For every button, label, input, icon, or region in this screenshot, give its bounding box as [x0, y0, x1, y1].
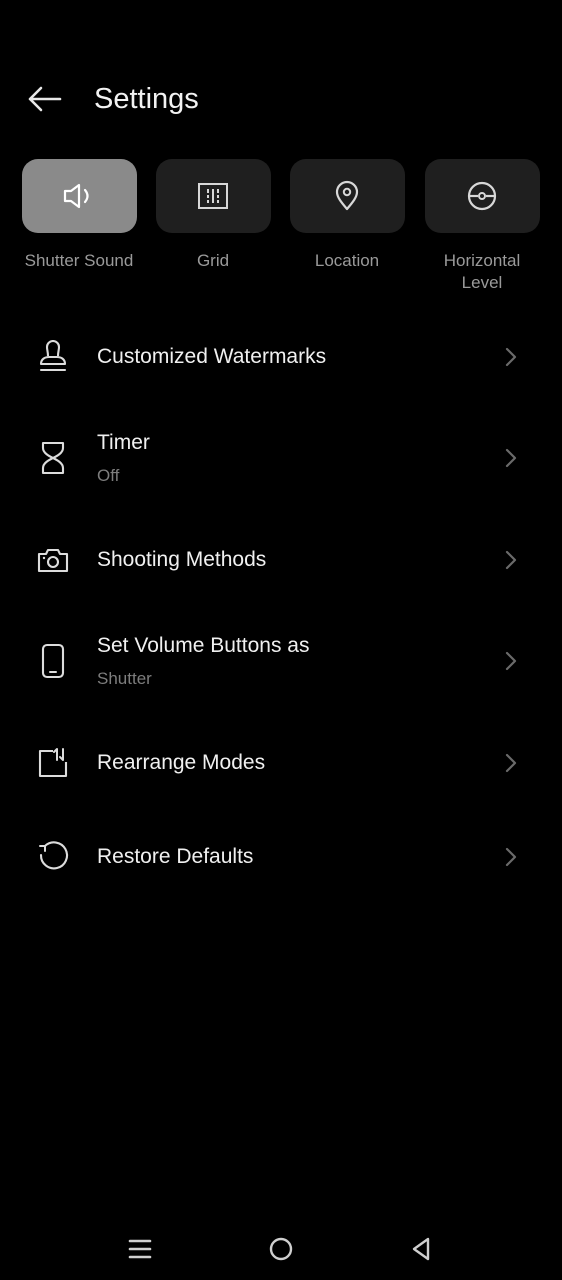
quick-toggles: Shutter Sound Grid Location Horizontal L…	[0, 159, 562, 299]
chevron-right-icon	[500, 843, 522, 871]
chevron-right-icon	[500, 343, 522, 371]
menu-item-title: Restore Defaults	[97, 845, 254, 868]
menu-item-title: Customized Watermarks	[97, 345, 327, 368]
toggle-tile[interactable]	[424, 159, 540, 233]
page-title: Settings	[94, 83, 199, 115]
level-icon	[465, 180, 499, 212]
toggle-tile[interactable]	[289, 159, 405, 233]
home-button[interactable]	[257, 1225, 305, 1273]
menu-item-customized-watermarks[interactable]: Customized Watermarks	[0, 305, 562, 409]
menu-item-text: Restore Defaults	[97, 843, 253, 871]
menu-item-text: Rearrange Modes	[97, 749, 265, 777]
menu-item-subtitle: Shutter	[97, 669, 152, 688]
home-icon	[268, 1236, 294, 1262]
restore-icon	[33, 836, 73, 876]
toggle-tile[interactable]	[155, 159, 271, 233]
toggle-label: Location	[314, 251, 380, 270]
menu-item-shooting-methods[interactable]: Shooting Methods	[0, 509, 562, 611]
speaker-icon	[62, 181, 96, 211]
menu-item-text: Shooting Methods	[97, 546, 266, 574]
menu-item-rearrange-modes[interactable]: Rearrange Modes	[0, 715, 562, 809]
phone-icon	[33, 641, 73, 681]
recents-button[interactable]	[116, 1225, 164, 1273]
toggle-horizontal-level[interactable]: Horizontal Level	[415, 159, 549, 294]
toggle-tile[interactable]	[21, 159, 137, 233]
menu-icon	[127, 1237, 153, 1261]
toggle-location[interactable]: Location	[280, 159, 414, 272]
menu-item-title: Shooting Methods	[97, 548, 267, 571]
menu-item-restore-defaults[interactable]: Restore Defaults	[0, 809, 562, 903]
menu-item-volume-buttons[interactable]: Set Volume Buttons as Shutter	[0, 611, 562, 715]
chevron-right-icon	[500, 444, 522, 472]
chevron-right-icon	[500, 749, 522, 777]
back-button[interactable]	[24, 80, 64, 118]
back-triangle-icon	[409, 1236, 433, 1262]
rearrange-icon	[33, 743, 73, 783]
menu-item-text: Customized Watermarks	[97, 343, 326, 371]
system-nav-bar	[0, 1225, 562, 1273]
camera-icon	[33, 540, 73, 580]
grid-icon	[197, 181, 229, 211]
menu-item-title: Timer	[97, 431, 150, 454]
menu-item-text: Set Volume Buttons as Shutter	[97, 632, 309, 690]
menu-item-title: Rearrange Modes	[97, 751, 266, 774]
menu-item-title: Set Volume Buttons as	[97, 634, 310, 657]
hourglass-icon	[33, 438, 73, 478]
stamp-icon	[33, 337, 73, 377]
menu-item-timer[interactable]: Timer Off	[0, 409, 562, 509]
chevron-right-icon	[500, 647, 522, 675]
toggle-label: Grid	[196, 251, 230, 270]
toggle-label: Horizontal Level	[443, 251, 521, 292]
toggle-shutter-sound[interactable]: Shutter Sound	[12, 159, 146, 272]
chevron-right-icon	[500, 546, 522, 574]
toggle-label: Shutter Sound	[24, 251, 134, 270]
toggle-grid[interactable]: Grid	[146, 159, 280, 272]
back-arrow-icon	[26, 85, 62, 113]
menu-item-subtitle: Off	[97, 466, 120, 485]
app-header: Settings	[0, 70, 562, 128]
system-back-button[interactable]	[397, 1225, 445, 1273]
location-pin-icon	[333, 180, 361, 212]
menu-item-text: Timer Off	[97, 429, 150, 487]
